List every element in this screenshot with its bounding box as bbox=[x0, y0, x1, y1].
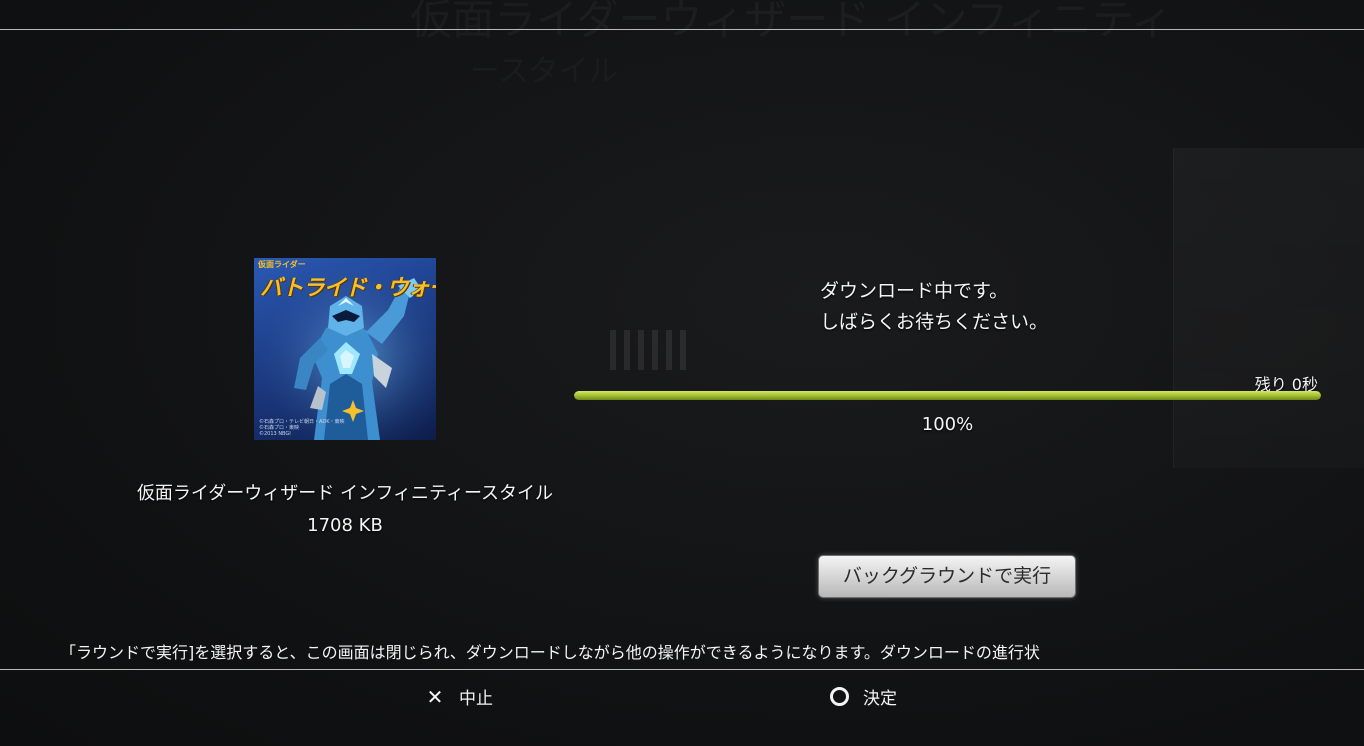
content-size: 1708 KB bbox=[307, 515, 383, 536]
cancel-action[interactable]: ✕ 中止 bbox=[425, 684, 493, 710]
run-in-background-button[interactable]: バックグラウンドで実行 bbox=[819, 556, 1075, 597]
status-message: ダウンロード中です。 しばらくお待ちください。 bbox=[820, 276, 1048, 338]
confirm-action[interactable]: 決定 bbox=[830, 684, 897, 709]
circle-icon bbox=[830, 687, 849, 706]
progress-percent: 100% bbox=[921, 414, 974, 435]
thumbnail-title: バトライド・ウォー bbox=[260, 275, 436, 301]
download-screen: 仮面ライダーウィザード インフィニティ ースタイル bbox=[0, 0, 1364, 746]
download-progress-bar bbox=[574, 391, 1321, 400]
content-thumbnail: 仮面ライダー バトライド・ウォー ©石森プロ・テレビ朝日・ADK・東映 ©石森プ… bbox=[254, 258, 436, 440]
cross-icon: ✕ bbox=[426, 684, 444, 709]
help-ticker-text: ｢ラウンドで実行]を選択すると、この画面は閉じられ、ダウンロードしながら他の操作… bbox=[68, 643, 1040, 662]
confirm-label: 決定 bbox=[863, 689, 897, 709]
thumbnail-subtitle: 仮面ライダー bbox=[258, 260, 306, 269]
status-line-2: しばらくお待ちください。 bbox=[820, 311, 1049, 333]
help-ticker: ｢ラウンドで実行]を選択すると、この画面は閉じられ、ダウンロードしながら他の操作… bbox=[0, 637, 1228, 665]
background-ghost-bars bbox=[610, 330, 686, 370]
background-ghost-subtitle: ースタイル bbox=[470, 46, 619, 90]
thumbnail-copyright: ©石森プロ・テレビ朝日・ADK・東映 ©石森プロ・東映 ©2013 NBGI bbox=[259, 419, 345, 437]
background-ghost-title: 仮面ライダーウィザード インフィニティ bbox=[410, 0, 1173, 47]
bottom-divider bbox=[0, 669, 1364, 670]
cancel-label: 中止 bbox=[459, 689, 493, 709]
status-line-1: ダウンロード中です。 bbox=[820, 280, 1009, 302]
content-name: 仮面ライダーウィザード インフィニティースタイル bbox=[136, 483, 554, 504]
top-divider bbox=[0, 29, 1364, 30]
download-progress-fill bbox=[574, 391, 1321, 400]
